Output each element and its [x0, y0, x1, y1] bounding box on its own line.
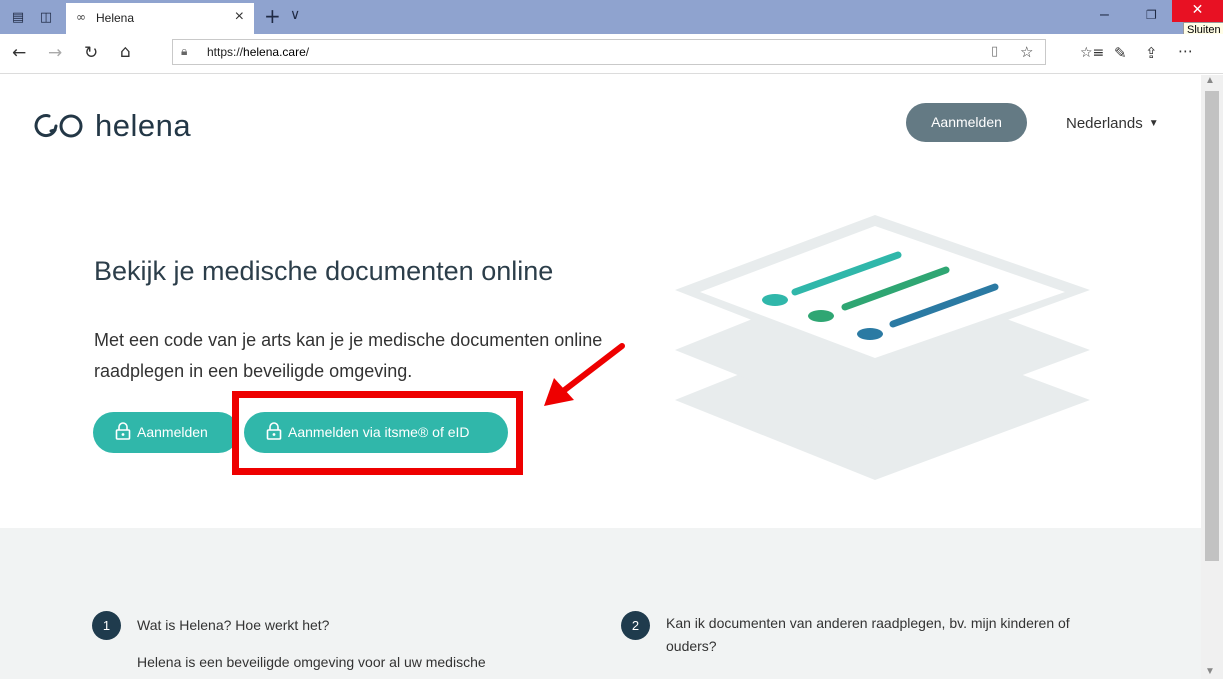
scroll-down-icon[interactable]: ▼ [1205, 666, 1215, 677]
step-number-1: 1 [92, 611, 121, 640]
tab-close-icon[interactable]: × [235, 8, 244, 26]
logo-text: helena [95, 108, 192, 143]
reading-view-icon[interactable]: ▯ [991, 44, 998, 59]
window-close-button[interactable]: ✕ [1172, 0, 1223, 22]
annotation-arrow-icon [544, 343, 625, 406]
login-button-label: Aanmelden [137, 424, 208, 440]
hero-description: Met een code van je arts kan je je medis… [94, 330, 603, 381]
share-icon[interactable]: ⇪ [1145, 44, 1158, 62]
home-icon[interactable]: ⌂ [120, 42, 131, 62]
page-scrollbar[interactable]: ▲ ▼ [1201, 75, 1223, 679]
tab-title: Helena [96, 11, 135, 25]
hero-title: Bekijk je medische documenten online [94, 256, 554, 286]
favorite-star-icon[interactable]: ☆ [1020, 43, 1033, 61]
lock-icon: 🔒︎ [181, 44, 188, 58]
annotation-highlight-box [232, 391, 523, 475]
minimize-button[interactable]: – [1100, 6, 1109, 24]
language-label: Nederlands [1066, 115, 1143, 132]
step-number-2: 2 [621, 611, 650, 640]
browser-nav-bar: ← → ↻ ⌂ 🔒︎ https://helena.care/ ▯ ☆ ☆≡ ✎… [0, 34, 1223, 74]
faq-question-2[interactable]: Kan ik documenten van anderen raadplegen… [666, 612, 1116, 658]
faq-answer-1: Helena is een beveiligde omgeving voor a… [137, 654, 486, 670]
new-tab-button[interactable]: + [264, 4, 281, 28]
back-arrow-icon[interactable]: ← [12, 43, 26, 63]
tabs-aside-icon[interactable]: ◫ [38, 9, 54, 25]
lock-icon [115, 422, 131, 440]
pen-notes-icon[interactable]: ✎ [1114, 44, 1127, 62]
forward-arrow-icon[interactable]: → [48, 43, 62, 63]
caret-down-icon: ▼ [1148, 118, 1159, 129]
address-bar[interactable]: 🔒︎ https://helena.care/ ▯ ☆ [172, 39, 1046, 65]
favorites-hub-icon[interactable]: ☆≡ [1080, 45, 1104, 61]
scroll-up-icon[interactable]: ▲ [1205, 75, 1215, 86]
browser-tab-bar: ▤ ◫ ∞ Helena × + ∨ – ❐ ✕ Sluiten [0, 0, 1223, 38]
header-login-button[interactable]: Aanmelden [906, 103, 1027, 142]
login-button[interactable]: Aanmelden [93, 412, 239, 453]
refresh-icon[interactable]: ↻ [84, 43, 98, 63]
url-text[interactable]: https://helena.care/ [207, 45, 309, 59]
helena-favicon-icon: ∞ [76, 10, 86, 24]
scroll-thumb[interactable] [1205, 91, 1219, 561]
tab-preview-chevron-icon[interactable]: ∨ [290, 7, 300, 23]
info-section: 1 Wat is Helena? Hoe werkt het? Helena i… [0, 528, 1201, 679]
language-selector[interactable]: Nederlands ▼ [1066, 115, 1159, 132]
set-aside-tabs-icon[interactable]: ▤ [10, 9, 26, 25]
restore-button[interactable]: ❐ [1146, 8, 1157, 22]
faq-question-1[interactable]: Wat is Helena? Hoe werkt het? [137, 614, 557, 637]
more-options-icon[interactable]: ⋯ [1178, 42, 1193, 60]
documents-illustration [675, 215, 1090, 480]
tab-helena[interactable]: ∞ Helena × [66, 3, 254, 34]
helena-logo-icon [34, 114, 83, 138]
